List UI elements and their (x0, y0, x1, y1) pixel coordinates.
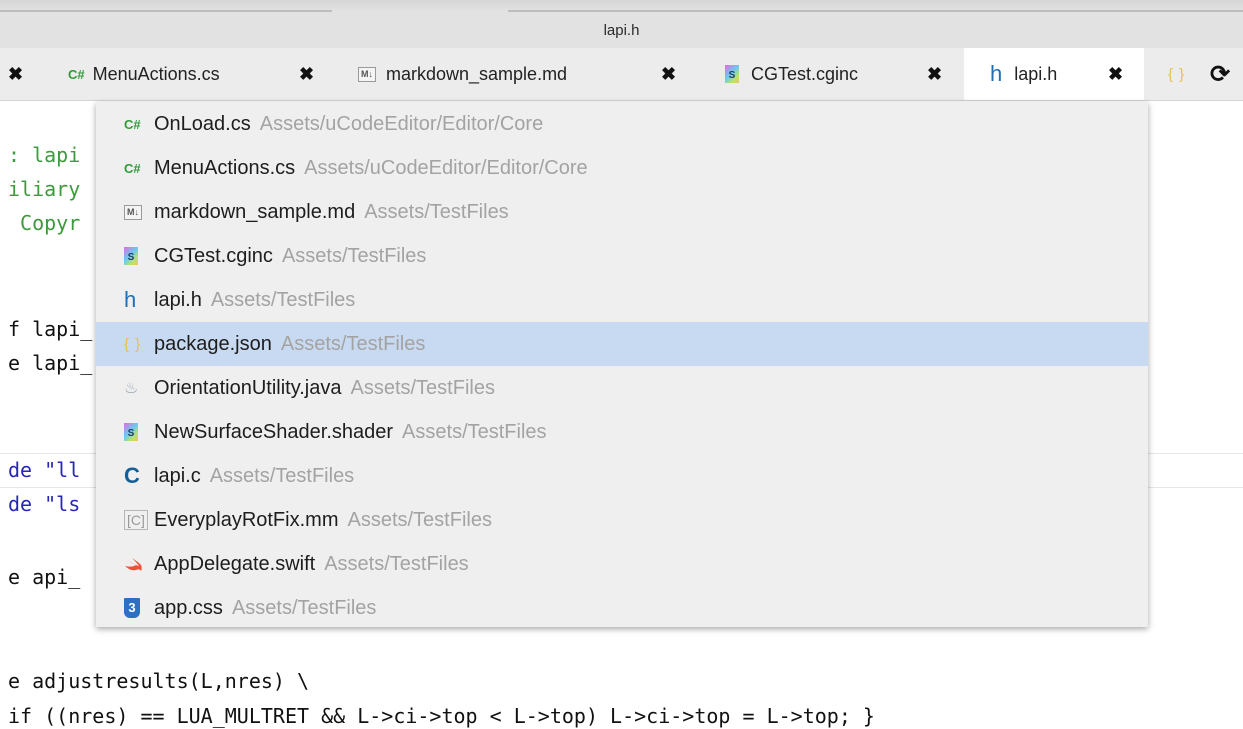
code-line: e lapi_ (8, 351, 93, 375)
list-item[interactable]: [C] EveryplayRotFix.mm Assets/TestFiles (96, 498, 1148, 542)
file-name: OnLoad.cs (154, 112, 251, 135)
file-path: Assets/TestFiles (402, 420, 547, 443)
shader-icon: S (725, 65, 739, 83)
window-title: lapi.h (603, 22, 640, 39)
tab-label: MenuActions.cs (92, 63, 220, 84)
list-item[interactable]: C# OnLoad.cs Assets/uCodeEditor/Editor/C… (96, 102, 1148, 146)
code-line: : lapi (8, 143, 81, 167)
tab-label: markdown_sample.md (386, 63, 568, 84)
code-line: e adjustresults(L,nres) \ (8, 669, 310, 693)
code-line: de "ll (8, 458, 81, 482)
css-icon: 3 (124, 598, 140, 618)
list-item[interactable]: ♨ OrientationUtility.java Assets/TestFil… (96, 366, 1148, 410)
csharp-icon: C# (124, 116, 141, 132)
file-name: OrientationUtility.java (154, 376, 342, 399)
file-path: Assets/uCodeEditor/Editor/Core (304, 156, 588, 179)
markdown-icon: M↓ (124, 204, 142, 220)
file-path: Assets/TestFiles (281, 244, 427, 267)
tab-bar: ✖ C# MenuActions.cs ✖ M↓ markdown_sample… (0, 48, 1243, 101)
title-bar-segment (508, 10, 1243, 12)
quick-open-popup: C# OnLoad.cs Assets/uCodeEditor/Editor/C… (96, 102, 1148, 627)
shader-icon: S (124, 423, 138, 441)
list-item[interactable]: S CGTest.cginc Assets/TestFiles (96, 234, 1148, 278)
list-item-selected[interactable]: { } package.json Assets/TestFiles (96, 322, 1148, 366)
file-path: Assets/TestFiles (364, 200, 509, 223)
swift-icon (125, 558, 142, 571)
file-name: NewSurfaceShader.shader (154, 420, 394, 443)
list-item[interactable]: h lapi.h Assets/TestFiles (96, 278, 1148, 322)
list-item[interactable]: AppDelegate.swift Assets/TestFiles (96, 542, 1148, 586)
file-path: Assets/uCodeEditor/Editor/Core (259, 112, 544, 135)
java-icon: ♨ (124, 380, 139, 397)
file-name: package.json (154, 332, 272, 355)
json-icon: { } (124, 335, 142, 353)
file-name: markdown_sample.md (154, 200, 356, 223)
list-item[interactable]: C# MenuActions.cs Assets/uCodeEditor/Edi… (96, 146, 1148, 190)
tab-markdown-sample[interactable]: M↓ markdown_sample.md (358, 48, 658, 100)
file-name: EveryplayRotFix.mm (154, 508, 339, 531)
title-bar: lapi.h (0, 0, 1243, 48)
c-icon: C (124, 463, 140, 488)
file-path: Assets/TestFiles (324, 552, 469, 575)
close-tab-icon[interactable]: ✖ (927, 48, 942, 100)
code-line: de "ls (8, 492, 81, 516)
list-item[interactable]: C lapi.c Assets/TestFiles (96, 454, 1148, 498)
shader-icon: S (124, 247, 138, 265)
tab-menuactions[interactable]: C# MenuActions.cs (68, 48, 338, 100)
objc-icon: [C] (124, 510, 148, 530)
code-line: iliary (8, 177, 81, 201)
file-path: Assets/TestFiles (350, 376, 495, 399)
file-name: MenuActions.cs (154, 156, 296, 179)
file-path: Assets/TestFiles (280, 332, 426, 355)
close-tab-icon[interactable]: ✖ (8, 48, 23, 100)
file-name: AppDelegate.swift (154, 552, 316, 575)
tab-label: lapi.h (1014, 63, 1058, 84)
file-path: Assets/TestFiles (210, 288, 356, 311)
csharp-icon: C# (124, 160, 141, 176)
code-line: Copyr (8, 211, 81, 235)
file-name: CGTest.cginc (154, 244, 273, 267)
json-icon: { } (1168, 65, 1186, 83)
markdown-icon: M↓ (358, 66, 376, 82)
file-path: Assets/TestFiles (347, 508, 492, 531)
list-item[interactable]: S NewSurfaceShader.shader Assets/TestFil… (96, 410, 1148, 454)
file-name: app.css (154, 596, 223, 619)
tab-overflow[interactable]: { } (1168, 48, 1198, 100)
refresh-icon[interactable]: ⟳ (1210, 48, 1230, 100)
code-line: f lapi_ (8, 317, 93, 341)
close-tab-icon[interactable]: ✖ (1108, 48, 1123, 100)
tab-label: CGTest.cginc (751, 63, 859, 84)
close-tab-icon[interactable]: ✖ (661, 48, 676, 100)
tab-cgtest[interactable]: S CGTest.cginc (725, 48, 925, 100)
title-bar-segment (0, 10, 332, 12)
file-name: lapi.h (154, 288, 202, 311)
code-line: if ((nres) == LUA_MULTRET && L->ci->top … (8, 704, 875, 728)
file-name: lapi.c (154, 464, 201, 487)
list-item[interactable]: 3 app.css Assets/TestFiles (96, 586, 1148, 630)
file-path: Assets/TestFiles (231, 596, 377, 619)
list-item[interactable]: M↓ markdown_sample.md Assets/TestFiles (96, 190, 1148, 234)
header-icon: h (990, 61, 1003, 86)
file-path: Assets/TestFiles (209, 464, 355, 487)
header-icon: h (124, 287, 137, 312)
close-tab-icon[interactable]: ✖ (299, 48, 314, 100)
csharp-icon: C# (68, 66, 85, 82)
code-line: e api_ (8, 565, 81, 589)
